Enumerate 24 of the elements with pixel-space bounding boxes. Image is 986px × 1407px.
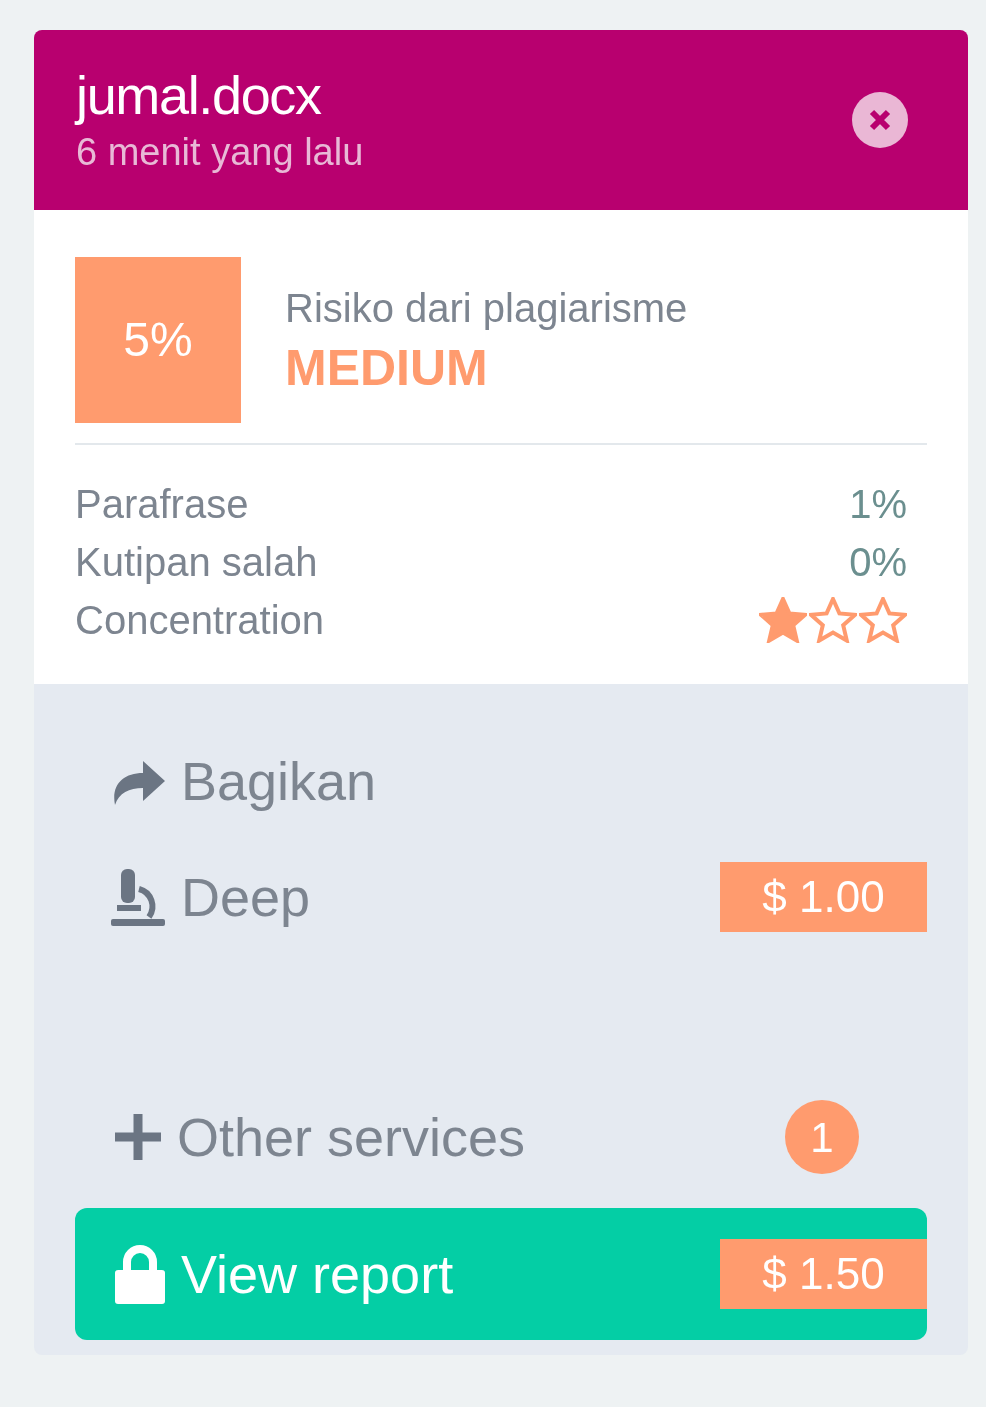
- other-services-link[interactable]: Other services: [177, 1105, 526, 1169]
- action-link[interactable]: Bagikan: [181, 749, 377, 813]
- empty-star-icon: [859, 597, 907, 643]
- action-link[interactable]: Deep: [181, 865, 311, 929]
- metric-value: 0%: [849, 539, 907, 586]
- upload-time: 6 menit yang lalu: [76, 130, 364, 175]
- file-name: jumal.docx: [76, 64, 322, 127]
- view-report-button[interactable]: View report $ 1.50: [75, 1208, 927, 1340]
- price-tag: $ 1.50: [720, 1239, 927, 1309]
- risk-percentage: 5%: [75, 257, 241, 423]
- metric-label: Kutipan salah: [75, 539, 318, 586]
- price-tag: $ 1.00: [720, 862, 927, 932]
- microscope-icon: [109, 867, 167, 927]
- count-badge: 1: [785, 1100, 859, 1174]
- empty-star-icon: [809, 597, 857, 643]
- metric-value: 1%: [849, 481, 907, 528]
- close-icon[interactable]: [852, 92, 908, 148]
- risk-label: Risiko dari plagiarisme: [285, 285, 688, 332]
- lock-icon: [113, 1244, 167, 1304]
- metric-label: Concentration: [75, 597, 325, 644]
- metric-label: Parafrase: [75, 481, 249, 528]
- filled-star-icon: [759, 597, 807, 643]
- plus-icon: [113, 1112, 163, 1162]
- risk-level: MEDIUM: [285, 339, 489, 398]
